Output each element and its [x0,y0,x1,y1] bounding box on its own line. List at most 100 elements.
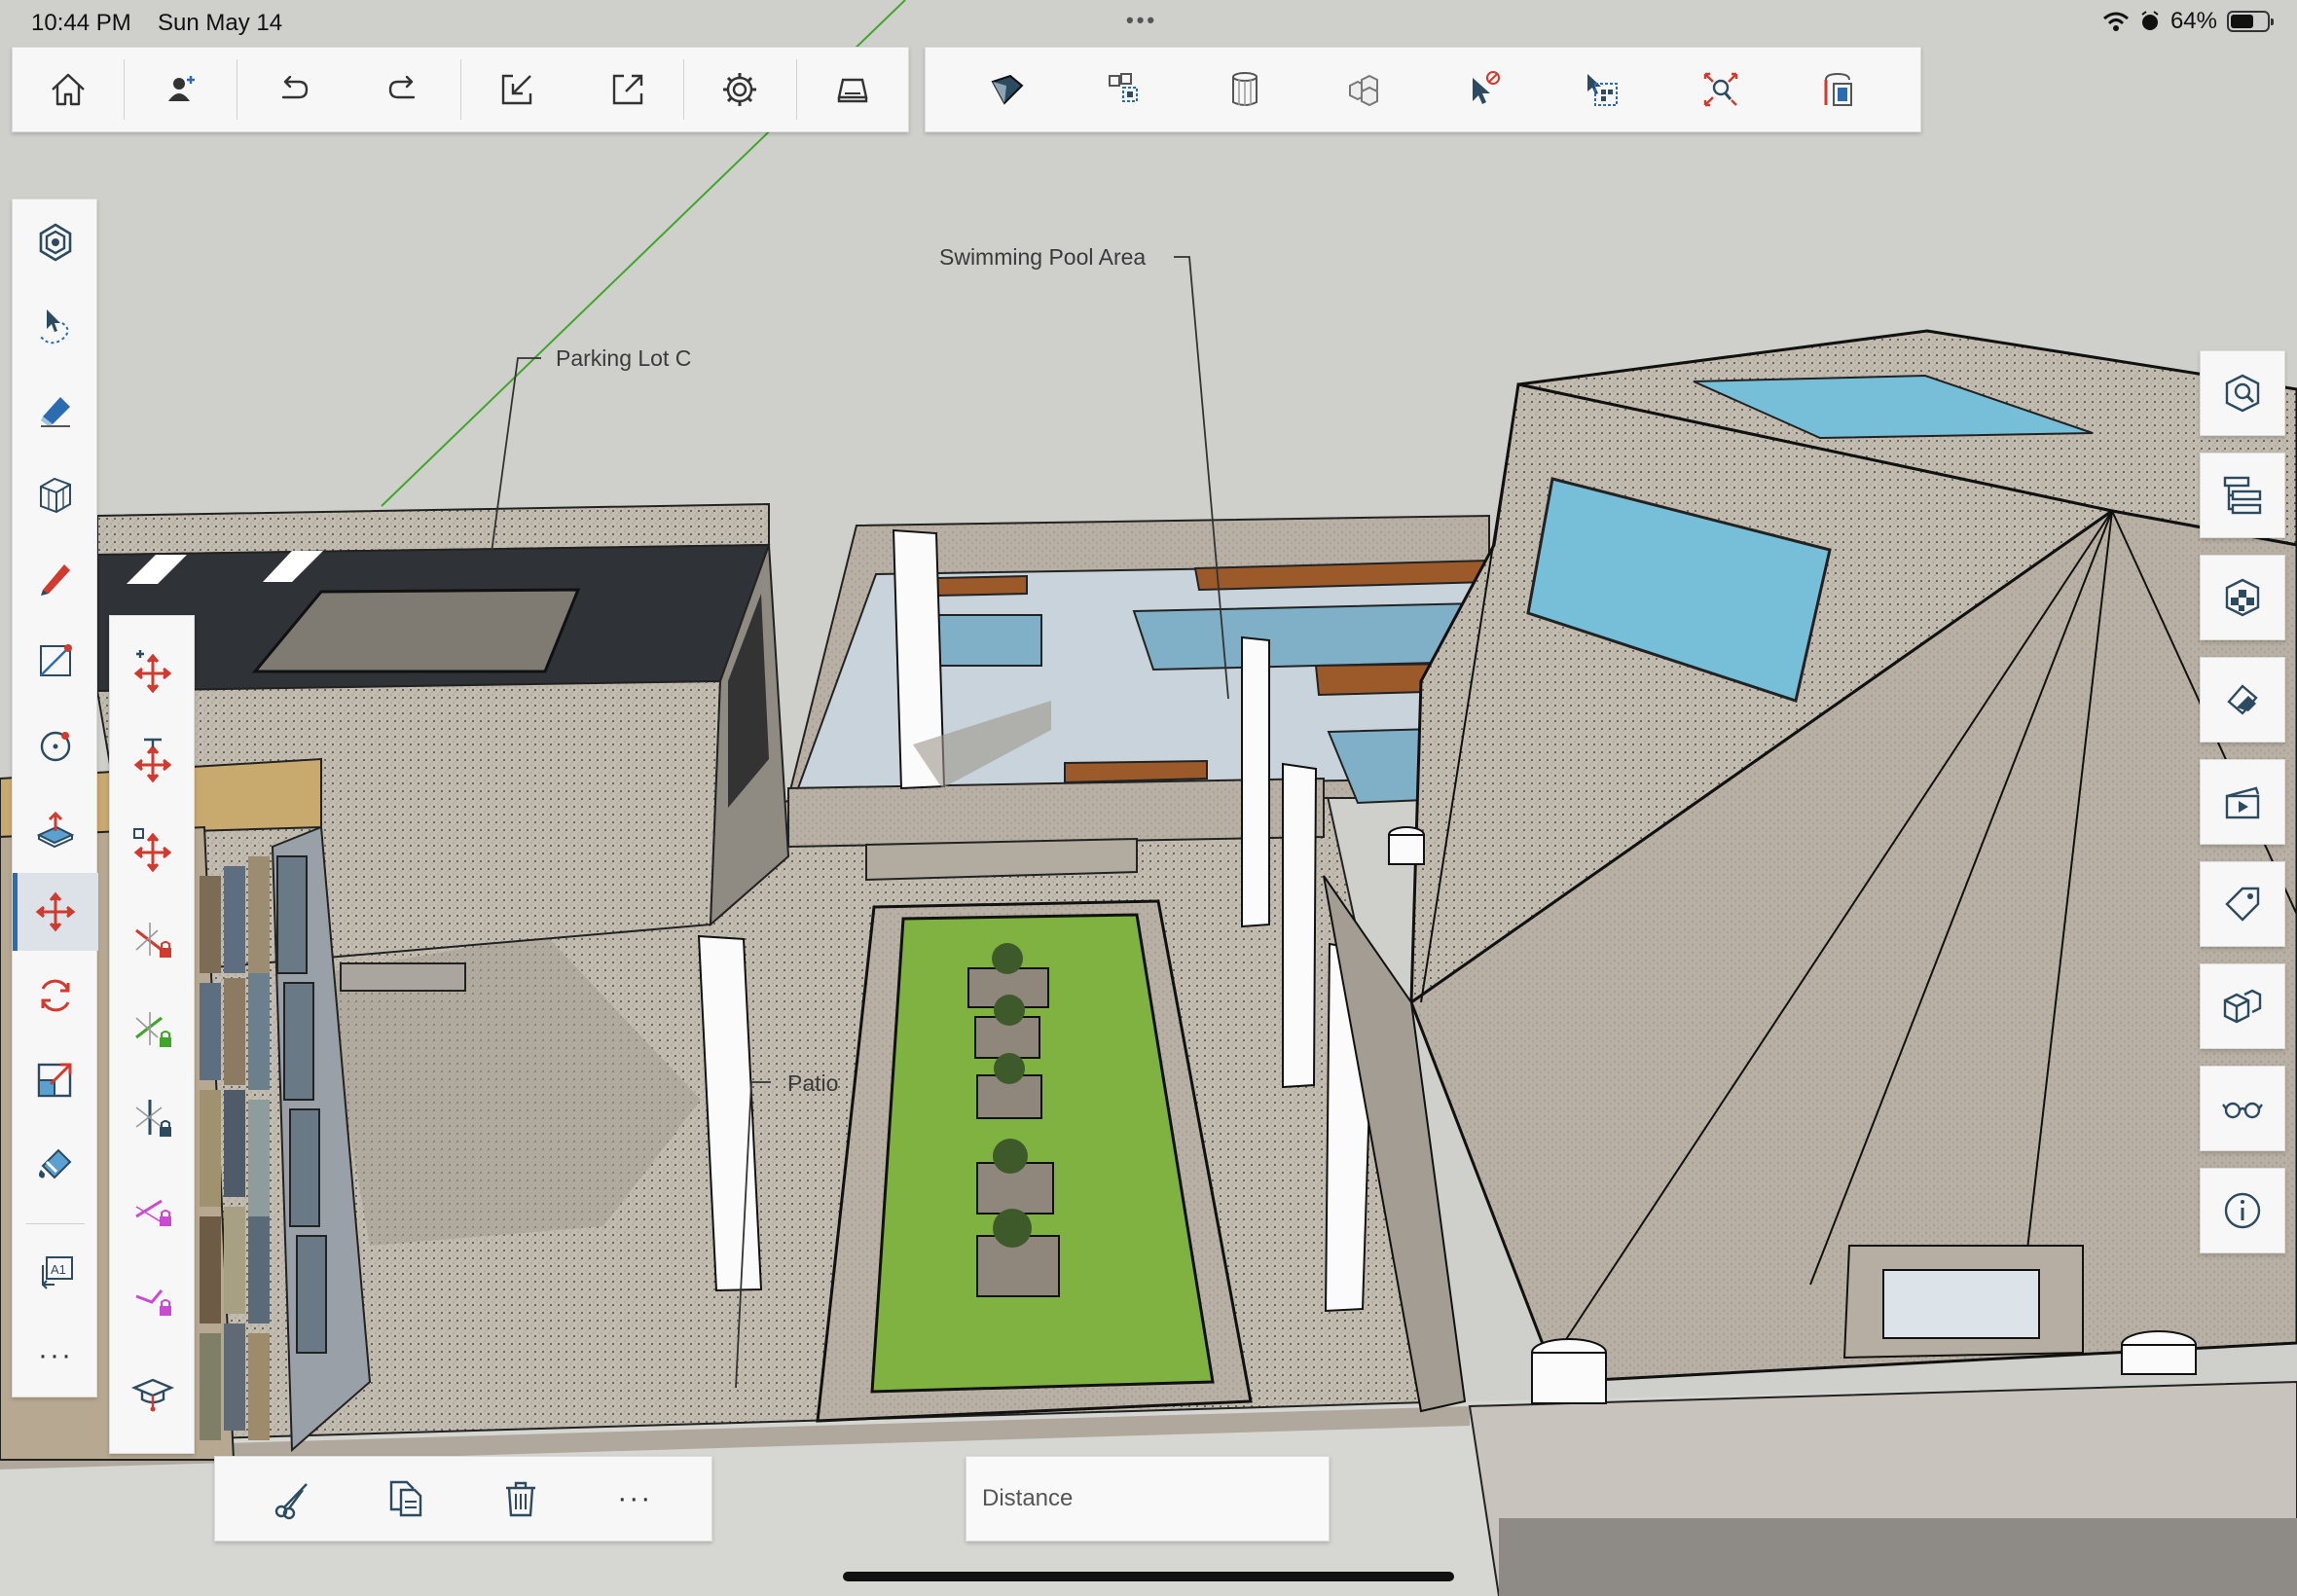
info-panel-button[interactable] [2200,1168,2285,1253]
scale-tool[interactable] [13,1040,98,1118]
multitask-dots[interactable]: ••• [1126,8,1157,33]
cylinder-icon [1231,72,1258,106]
push-pull-tool[interactable] [13,789,98,867]
move-add-option[interactable] [110,626,196,715]
views-panel-button[interactable] [2200,350,2285,436]
materials-icon [2225,578,2260,617]
tools-tray-icon [1824,72,1852,106]
distance-input[interactable] [966,1457,1329,1541]
eraser-tool[interactable] [13,371,98,449]
groups-button[interactable] [1334,60,1393,119]
no-select-icon [1473,71,1501,104]
tools-tray-button[interactable] [1810,60,1869,119]
status-date: Sun May 14 [158,10,283,36]
pool-3 [935,614,1042,667]
move-up-icon [133,738,172,783]
line-tool[interactable] [13,622,98,700]
label-patio[interactable]: Patio [787,1070,838,1097]
measurements-box [966,1456,1330,1542]
push-pull-icon [36,811,75,849]
alarm-icon [2141,11,2159,30]
lock-red-axis-option[interactable] [110,894,196,984]
pencil-tool[interactable] [13,538,98,616]
home-indicator[interactable] [843,1572,1454,1581]
select-component-button[interactable] [1572,60,1630,119]
selection-actions-bar: ··· [214,1456,712,1542]
tags-panel-button[interactable] [2200,861,2285,947]
undo-icon [281,75,309,99]
box-select-icon [40,477,71,514]
outliner-panel-button[interactable] [2200,453,2285,538]
text-icon: A1 [42,1256,73,1289]
paint-icon [39,1148,72,1179]
lock-red-axis-icon [135,923,171,958]
main-toolbar [12,47,909,132]
export-icon [612,74,643,105]
left-tool-palette: A1 ··· [12,199,98,1397]
text-tool[interactable]: A1 [13,1233,98,1311]
copy-icon [390,1480,422,1517]
export-button[interactable] [599,60,657,119]
lasso-select-tool[interactable] [13,287,98,365]
add-user-icon [167,76,195,101]
move-copy-option[interactable] [110,805,196,894]
lock-blue-axis-option[interactable] [110,1073,196,1163]
move-tool[interactable] [13,873,98,951]
paint-tool[interactable] [13,1124,98,1202]
components-button[interactable] [1096,60,1154,119]
orbit-tool[interactable] [13,203,98,281]
home-button[interactable] [39,60,97,119]
wifi-icon [2102,12,2129,31]
lock-magenta-1-icon [135,1199,171,1226]
lock-magenta-2-option[interactable] [110,1252,196,1342]
svg-text:A1: A1 [51,1262,66,1277]
more-actions-label: ··· [617,1482,653,1514]
battery-percent: 64% [2169,8,2217,34]
tutorial-option[interactable] [110,1348,196,1437]
pool-1 [1132,601,1480,671]
tray-button[interactable] [823,60,882,119]
no-select-button[interactable] [1453,60,1512,119]
copy-button[interactable] [367,1460,445,1538]
model-scene[interactable] [0,0,2297,1596]
left-toolbar-divider [26,1223,85,1224]
box-select-tool[interactable] [13,454,98,532]
undo-button[interactable] [264,60,322,119]
redo-button[interactable] [375,60,433,119]
cut-button[interactable] [253,1460,331,1538]
settings-button[interactable] [711,60,769,119]
circle-tool[interactable] [13,706,98,783]
scenes-panel-button[interactable] [2200,759,2285,845]
display-style-button[interactable] [977,60,1036,119]
more-actions-button[interactable]: ··· [596,1460,674,1538]
status-time: 10:44 PM [31,10,131,36]
rotate-tool[interactable] [13,957,98,1034]
outliner-icon [2223,476,2262,515]
add-collaborator-button[interactable] [152,60,210,119]
orbit-icon [39,223,72,262]
delete-button[interactable] [482,1460,560,1538]
lock-green-axis-option[interactable] [110,984,196,1073]
components-panel-button[interactable] [2200,963,2285,1049]
move-icon [35,891,76,932]
components-icon [1109,73,1139,102]
model-viewport[interactable]: Parking Lot C Swimming Pool Area Patio [0,0,2297,1596]
label-parking-lot[interactable]: Parking Lot C [556,345,691,372]
move-up-option[interactable] [110,715,196,805]
lock-magenta-1-option[interactable] [110,1163,196,1252]
import-button[interactable] [488,60,546,119]
right-building-door [1882,1269,2040,1339]
eraser-panel-button[interactable] [2200,657,2285,743]
section-button[interactable] [1216,60,1274,119]
label-swimming-pool[interactable]: Swimming Pool Area [939,244,1146,271]
materials-panel-button[interactable] [2200,555,2285,640]
lock-blue-axis-icon [135,1100,171,1137]
eraser-panel-icon [2227,684,2258,715]
display-panel-button[interactable] [2200,1066,2285,1151]
tray-icon [837,78,868,103]
views-icon [2225,374,2260,413]
more-tools-button[interactable]: ··· [13,1317,98,1395]
glasses-icon [2222,1102,2263,1119]
zoom-extents-button[interactable] [1692,60,1750,119]
move-copy-icon [133,828,172,873]
